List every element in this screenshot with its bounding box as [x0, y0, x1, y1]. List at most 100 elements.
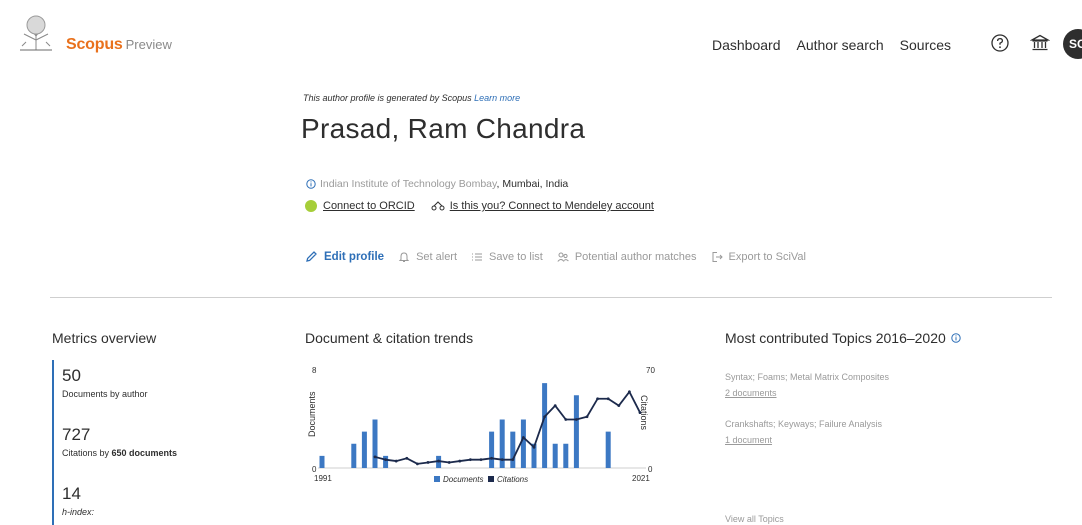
citations-point-2004 [458, 459, 462, 463]
y-axis-label: Documents [307, 391, 317, 437]
mendeley-icon [431, 201, 445, 211]
orcid-icon [305, 200, 317, 212]
profile-links: Connect to ORCID Is this you? Connect to… [305, 200, 654, 212]
documents-bar-2012 [542, 383, 548, 468]
view-all-topics-link[interactable]: View all Topics [725, 514, 784, 524]
citations-point-2016 [585, 415, 589, 419]
citations-point-2009 [511, 458, 515, 462]
citations-point-2010 [522, 436, 525, 439]
potential-matches-label: Potential author matches [574, 250, 697, 263]
citations-label-documents: 650 documents [111, 448, 178, 458]
citations-point-2006 [479, 458, 483, 462]
generated-note-text: This author profile is generated by Scop… [303, 93, 472, 103]
citations-line [373, 390, 642, 466]
section-divider [50, 297, 1052, 298]
institution-icon[interactable] [1030, 33, 1050, 53]
citations-point-2001 [426, 461, 430, 464]
affiliation-location: , Mumbai, India [496, 178, 569, 190]
documents-bars [319, 383, 611, 468]
citations-point-2000 [416, 462, 419, 466]
documents-bar-2009 [510, 431, 516, 468]
topic-item: Syntax; Foams; Metal Matrix Composites 2… [725, 372, 889, 398]
user-avatar[interactable]: SC [1063, 29, 1082, 59]
citations-point-2014 [564, 418, 568, 421]
brand[interactable]: Scopus Preview [66, 36, 172, 54]
nav-author-search[interactable]: Author search [797, 37, 884, 53]
citations-point-2002 [437, 459, 440, 463]
info-icon[interactable] [306, 179, 316, 189]
save-to-list-button[interactable]: Save to list [471, 251, 543, 263]
h-index-label: h-index: [62, 507, 95, 517]
citations-point-2017 [596, 397, 599, 401]
citations-point-1997 [384, 458, 387, 462]
affiliation-institution[interactable]: Indian Institute of Technology Bombay [320, 178, 496, 190]
documents-bar-2018 [605, 431, 611, 468]
citations-label: Citations by 650 documents [62, 448, 177, 458]
learn-more-link[interactable]: Learn more [474, 93, 520, 103]
legend-citations-swatch [488, 476, 494, 482]
citations-point-1998 [394, 459, 398, 463]
documents-bar-2007 [489, 431, 495, 468]
x-tick-start: 1991 [314, 474, 332, 483]
legend-documents-label: Documents [443, 475, 483, 484]
topic-item: Crankshafts; Keyways; Failure Analysis 1… [725, 419, 882, 445]
citations-count: 727 [62, 425, 91, 444]
brand-name: Scopus [66, 36, 123, 53]
people-icon [557, 252, 569, 262]
metric-h-index[interactable]: 14 h-index: [62, 484, 94, 517]
documents-bar-1995 [361, 431, 367, 468]
nav-sources[interactable]: Sources [900, 37, 951, 53]
metrics-overview-title: Metrics overview [52, 330, 157, 346]
edit-profile-button[interactable]: Edit profile [305, 250, 384, 263]
x-tick-end: 2021 [632, 474, 650, 483]
topics-title-text: Most contributed Topics 2016–2020 [725, 330, 946, 346]
info-icon[interactable] [951, 333, 961, 343]
citations-point-2003 [447, 461, 451, 464]
connect-orcid-link[interactable]: Connect to ORCID [323, 200, 415, 212]
citations-label-prefix: Citations by [62, 448, 112, 458]
citations-point-1996 [373, 455, 377, 459]
documents-bar-1991 [319, 455, 325, 468]
citations-point-2018 [606, 397, 610, 401]
export-icon [712, 251, 723, 262]
set-alert-button[interactable]: Set alert [398, 251, 457, 263]
documents-label: Documents by author [62, 389, 148, 399]
topic-documents-link[interactable]: 2 documents [725, 388, 889, 398]
chart-title: Document & citation trends [305, 330, 474, 346]
export-scival-button[interactable]: Export to SciVal [711, 251, 806, 263]
connect-mendeley-link[interactable]: Is this you? Connect to Mendeley account [450, 200, 654, 212]
h-index-value: 14 [62, 484, 81, 503]
metric-documents[interactable]: 50 Documents by author [62, 366, 148, 399]
metric-citations[interactable]: 727 Citations by 650 documents [62, 425, 177, 458]
citations-point-2015 [575, 418, 578, 421]
brand-suffix: Preview [125, 37, 172, 52]
citations-point-1999 [405, 456, 409, 460]
topic-name: Crankshafts; Keyways; Failure Analysis [725, 419, 883, 429]
citations-point-2008 [500, 458, 504, 462]
potential-matches-button[interactable]: Potential author matches [557, 251, 697, 263]
documents-bar-2015 [573, 395, 579, 468]
y-tick-max: 8 [312, 366, 317, 375]
author-name: Prasad, Ram Chandra [301, 113, 586, 144]
documents-bar-2013 [552, 443, 558, 468]
citations-point-2011 [532, 445, 536, 449]
topic-name: Syntax; Foams; Metal Matrix Composites [725, 372, 890, 382]
y-tick-min: 0 [312, 465, 317, 474]
affiliation: Indian Institute of Technology Bombay, M… [306, 178, 568, 190]
y2-tick-min: 0 [648, 465, 653, 474]
edit-profile-label: Edit profile [324, 250, 385, 263]
documents-bar-2014 [563, 443, 569, 468]
citations-point-2013 [553, 404, 557, 408]
nav-dashboard[interactable]: Dashboard [712, 37, 781, 53]
help-circle-icon[interactable] [990, 33, 1010, 53]
profile-generated-note: This author profile is generated by Scop… [303, 93, 520, 103]
legend-citations-label: Citations [497, 475, 528, 484]
documents-bar-2010 [520, 419, 526, 468]
citations-point-2005 [469, 458, 472, 462]
top-nav: Dashboard Author search Sources [712, 37, 951, 53]
citations-point-2021 [638, 411, 642, 414]
citations-point-2020 [628, 390, 631, 394]
documents-count: 50 [62, 366, 81, 385]
citations-point-2019 [617, 404, 621, 408]
topic-documents-link[interactable]: 1 document [725, 435, 882, 445]
